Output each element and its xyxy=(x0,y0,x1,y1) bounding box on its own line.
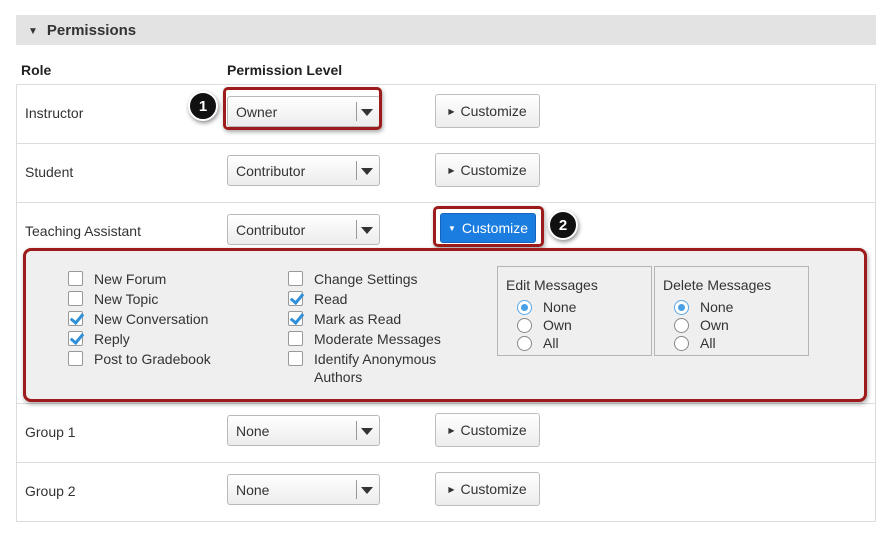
customize-label: Customize xyxy=(460,422,527,438)
new-topic-checkbox[interactable] xyxy=(68,291,83,306)
select-divider xyxy=(356,161,357,180)
section-title: Permissions xyxy=(46,21,137,39)
checkbox-label: Read xyxy=(314,291,348,307)
checkbox-label-line-2: Authors xyxy=(314,369,363,385)
select-divider xyxy=(356,220,357,239)
callout-badge-2: 2 xyxy=(548,210,578,240)
change-settings-checkbox[interactable] xyxy=(288,271,303,286)
role-column-header: Role xyxy=(21,62,52,78)
checkbox-label: New Topic xyxy=(94,291,159,307)
read-checkbox[interactable] xyxy=(288,291,303,306)
customize-permissions-panel: New Forum New Topic New Conversation Rep… xyxy=(23,248,867,402)
role-name: Group 1 xyxy=(25,424,76,440)
chevron-down-icon xyxy=(361,487,373,494)
permission-level-select[interactable]: None xyxy=(227,415,380,446)
checkbox-label: Mark as Read xyxy=(314,311,402,327)
customize-label: Customize xyxy=(460,162,527,178)
role-name: Instructor xyxy=(25,105,84,121)
customize-label: Customize xyxy=(460,481,527,497)
caret-right-icon: ▶ xyxy=(448,106,455,116)
checkbox-label: Change Settings xyxy=(314,271,418,287)
caret-right-icon: ▶ xyxy=(448,165,455,175)
customize-button[interactable]: ▶ Customize xyxy=(435,413,540,447)
select-value: None xyxy=(236,423,270,439)
callout-badge-1: 1 xyxy=(188,91,218,121)
delete-messages-group: Delete Messages None Own All xyxy=(654,266,809,356)
radio-label: All xyxy=(700,335,716,351)
caret-right-icon: ▶ xyxy=(448,484,455,494)
edit-messages-legend: Edit Messages xyxy=(506,277,598,293)
checkbox-label: New Conversation xyxy=(94,311,209,327)
radio-label: None xyxy=(543,299,577,315)
moderate-messages-checkbox[interactable] xyxy=(288,331,303,346)
permission-level-select[interactable]: Contributor xyxy=(227,214,380,245)
radio-label: None xyxy=(700,299,734,315)
chevron-down-icon xyxy=(361,428,373,435)
delete-messages-legend: Delete Messages xyxy=(663,277,772,293)
edit-all-radio[interactable] xyxy=(517,336,532,351)
edit-messages-group: Edit Messages None Own All xyxy=(497,266,652,356)
select-value: None xyxy=(236,482,270,498)
mark-as-read-checkbox[interactable] xyxy=(288,311,303,326)
delete-own-radio[interactable] xyxy=(674,318,689,333)
select-divider xyxy=(356,421,357,440)
owner-select-highlight xyxy=(223,87,382,130)
radio-label: Own xyxy=(543,317,572,333)
customize-button[interactable]: ▶ Customize xyxy=(435,472,540,506)
select-divider xyxy=(356,480,357,499)
chevron-down-icon xyxy=(361,168,373,175)
select-value: Contributor xyxy=(236,163,306,179)
caret-right-icon: ▶ xyxy=(448,425,455,435)
table-row: Group 1 None ▶ Customize xyxy=(16,404,876,463)
role-name: Group 2 xyxy=(25,483,76,499)
customize-button[interactable]: ▶ Customize xyxy=(435,153,540,187)
radio-label: All xyxy=(543,335,559,351)
collapse-triangle-icon[interactable]: ▼ xyxy=(28,26,38,37)
permissions-section-header[interactable]: ▼ Permissions xyxy=(16,15,876,45)
radio-label: Own xyxy=(700,317,729,333)
checkbox-label: New Forum xyxy=(94,271,167,287)
new-conversation-checkbox[interactable] xyxy=(68,311,83,326)
reply-checkbox[interactable] xyxy=(68,331,83,346)
permission-level-select[interactable]: Contributor xyxy=(227,155,380,186)
post-to-gradebook-checkbox[interactable] xyxy=(68,351,83,366)
edit-own-radio[interactable] xyxy=(517,318,532,333)
checkbox-label: Identify Anonymous xyxy=(314,351,437,367)
edit-none-radio[interactable] xyxy=(517,300,532,315)
role-name: Student xyxy=(25,164,74,180)
checkbox-label: Reply xyxy=(94,331,130,347)
identify-anonymous-authors-checkbox[interactable] xyxy=(288,351,303,366)
table-row: Student Contributor ▶ Customize xyxy=(16,144,876,203)
customize-button[interactable]: ▶ Customize xyxy=(435,94,540,128)
chevron-down-icon xyxy=(361,227,373,234)
new-forum-checkbox[interactable] xyxy=(68,271,83,286)
table-row: Instructor Owner ▶ Customize xyxy=(16,85,876,144)
customize-button-highlight xyxy=(433,206,544,247)
select-value: Contributor xyxy=(236,222,306,238)
table-row: Group 2 None ▶ Customize xyxy=(16,463,876,522)
checkbox-label: Post to Gradebook xyxy=(94,351,211,367)
customize-label: Customize xyxy=(460,103,527,119)
role-name: Teaching Assistant xyxy=(25,223,141,239)
permission-level-column-header: Permission Level xyxy=(227,62,343,78)
permission-level-select[interactable]: None xyxy=(227,474,380,505)
delete-all-radio[interactable] xyxy=(674,336,689,351)
delete-none-radio[interactable] xyxy=(674,300,689,315)
checkbox-label: Moderate Messages xyxy=(314,331,441,347)
